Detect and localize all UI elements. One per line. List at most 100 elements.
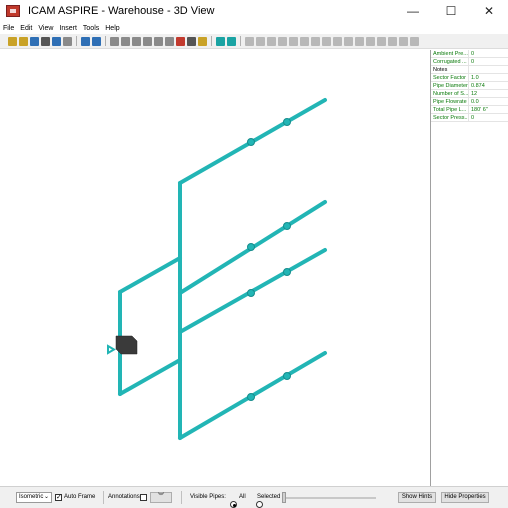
feed-pipe-upper[interactable]: [118, 256, 182, 294]
fitting-icon[interactable]: [245, 36, 254, 46]
joint-node[interactable]: [247, 289, 255, 297]
title-bar: ICAM ASPIRE - Warehouse - 3D View — ☐ ✕: [0, 0, 508, 22]
cut-icon[interactable]: [110, 36, 119, 46]
property-row[interactable]: Sector Factor 1.0: [431, 74, 508, 82]
check-icon[interactable]: [143, 36, 152, 46]
cost-icon[interactable]: [52, 36, 61, 46]
meter-icon[interactable]: [410, 36, 419, 46]
elbow-icon[interactable]: [256, 36, 265, 46]
property-value[interactable]: 12: [469, 90, 508, 97]
riser-icon[interactable]: [289, 36, 298, 46]
pipe-network-drawing[interactable]: [0, 50, 430, 486]
property-row[interactable]: Notes: [431, 66, 508, 74]
property-row[interactable]: Corrugated ... 0: [431, 58, 508, 66]
open-icon[interactable]: [19, 36, 28, 46]
cap-icon[interactable]: [399, 36, 408, 46]
toolbar-separator: [211, 36, 212, 46]
property-value[interactable]: 1.0: [469, 74, 508, 81]
valve-icon[interactable]: [278, 36, 287, 46]
auto-frame-checkbox[interactable]: [55, 493, 62, 502]
property-row[interactable]: Ambient Pre... 0: [431, 50, 508, 58]
print-icon[interactable]: [41, 36, 50, 46]
menu-help[interactable]: Help: [102, 25, 122, 32]
source-block: [115, 335, 138, 355]
toolbar-separator: [240, 36, 241, 46]
menu-view[interactable]: View: [35, 25, 56, 32]
cross-icon[interactable]: [322, 36, 331, 46]
property-value[interactable]: [469, 66, 508, 73]
bottom-bar: Isometric ⌄ Auto Frame Annotations ︾ Vis…: [0, 486, 508, 508]
property-value[interactable]: 180' 6": [469, 106, 508, 113]
property-row[interactable]: Sector Press... 0: [431, 114, 508, 122]
close-button[interactable]: ✕: [470, 0, 508, 22]
menu-tools[interactable]: Tools: [80, 25, 102, 32]
water-source-icon[interactable]: [107, 335, 138, 355]
menu-file[interactable]: File: [0, 25, 17, 32]
joint-node[interactable]: [283, 268, 291, 276]
pipe-joints: [247, 118, 291, 401]
toolbar-separator: [105, 36, 106, 46]
redo-icon[interactable]: [92, 36, 101, 46]
tree-view-icon[interactable]: [227, 36, 236, 46]
expand-annotations-button[interactable]: ︾: [150, 492, 172, 503]
radio-all[interactable]: [230, 501, 237, 508]
tee-icon[interactable]: [267, 36, 276, 46]
menu-insert[interactable]: Insert: [56, 25, 80, 32]
save-icon[interactable]: [30, 36, 39, 46]
radio-selected[interactable]: [256, 501, 263, 508]
maximize-button[interactable]: ☐: [432, 0, 470, 22]
paste-icon[interactable]: [132, 36, 141, 46]
new-icon[interactable]: [8, 36, 17, 46]
coupling-icon[interactable]: [377, 36, 386, 46]
hose-icon[interactable]: [355, 36, 364, 46]
property-row[interactable]: Number of S... 12: [431, 90, 508, 98]
branch-icon[interactable]: [333, 36, 342, 46]
slider-thumb[interactable]: [282, 492, 286, 503]
property-row[interactable]: Total Pipe L... 180' 6": [431, 106, 508, 114]
property-row[interactable]: Pipe Flowrate 0.0: [431, 98, 508, 106]
joint-node[interactable]: [283, 222, 291, 230]
menu-edit[interactable]: Edit: [17, 25, 35, 32]
app-icon: [6, 5, 20, 17]
property-value[interactable]: 0.874: [469, 82, 508, 89]
annotations-label: Annotations: [108, 494, 140, 500]
property-value[interactable]: 0: [469, 58, 508, 65]
report-icon[interactable]: [63, 36, 72, 46]
select-icon[interactable]: [187, 36, 196, 46]
view-select[interactable]: Isometric ⌄: [16, 492, 52, 503]
joint-node[interactable]: [283, 118, 291, 126]
divider: [181, 491, 182, 504]
drop-icon[interactable]: [311, 36, 320, 46]
copy-icon[interactable]: [121, 36, 130, 46]
pipe-view-icon[interactable]: [216, 36, 225, 46]
chevron-down-icon: ⌄: [43, 494, 49, 500]
source-arrow: [107, 344, 116, 355]
nozzle-icon[interactable]: [366, 36, 375, 46]
delete-icon[interactable]: [176, 36, 185, 46]
connect-icon[interactable]: [154, 36, 163, 46]
property-row[interactable]: Pipe Diameter 0.874: [431, 82, 508, 90]
undo-icon[interactable]: [81, 36, 90, 46]
joint-node[interactable]: [283, 372, 291, 380]
3d-viewport[interactable]: [0, 50, 430, 486]
property-value[interactable]: 0.0: [469, 98, 508, 105]
annotations-checkbox[interactable]: [140, 494, 147, 501]
joint-node[interactable]: [247, 138, 255, 146]
pipe-network[interactable]: [118, 98, 327, 440]
visible-pipes-label: Visible Pipes:: [190, 494, 226, 500]
bend-icon[interactable]: [300, 36, 309, 46]
feed-pipe-lower[interactable]: [118, 358, 182, 396]
tag-icon[interactable]: [198, 36, 207, 46]
hide-properties-button[interactable]: Hide Properties: [441, 492, 489, 503]
property-value[interactable]: 0: [469, 114, 508, 121]
reducer-icon[interactable]: [388, 36, 397, 46]
joint-node[interactable]: [247, 393, 255, 401]
slider-track[interactable]: [284, 497, 376, 499]
sprinkler-icon[interactable]: [344, 36, 353, 46]
window-title: ICAM ASPIRE - Warehouse - 3D View: [28, 5, 215, 17]
property-value[interactable]: 0: [469, 50, 508, 57]
insert-icon[interactable]: [165, 36, 174, 46]
joint-node[interactable]: [247, 243, 255, 251]
show-hints-button[interactable]: Show Hints: [398, 492, 436, 503]
minimize-button[interactable]: —: [394, 0, 432, 22]
